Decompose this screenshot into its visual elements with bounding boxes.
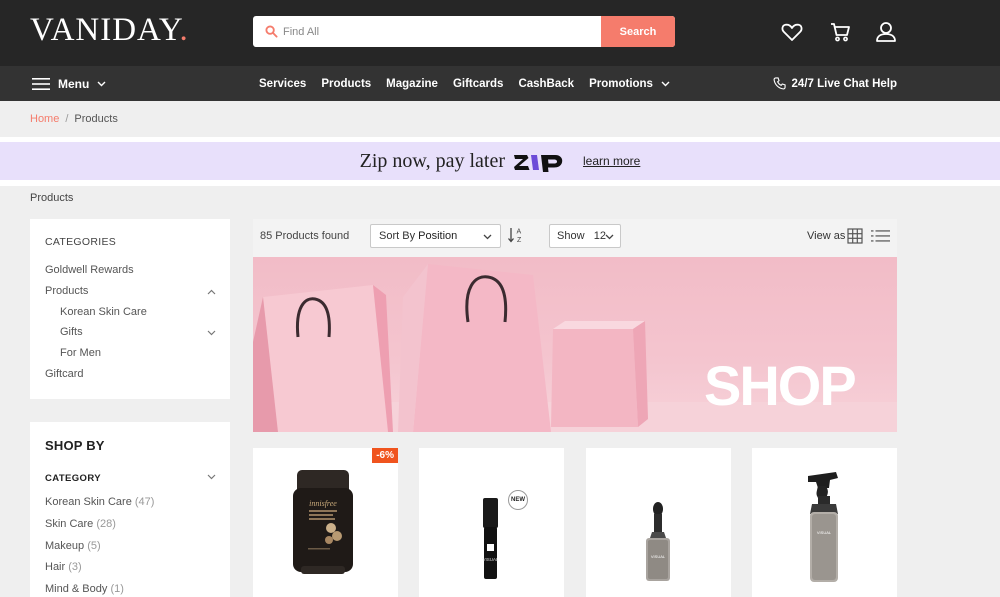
nav-link-products[interactable]: Products <box>321 78 371 90</box>
category-korean-skin-care[interactable]: Korean Skin Care <box>60 306 147 318</box>
nav-link-cashback[interactable]: CashBack <box>518 78 574 90</box>
live-chat-link[interactable]: 24/7 Live Chat Help <box>773 66 897 101</box>
user-icon[interactable] <box>874 20 898 44</box>
filter-option[interactable]: Korean Skin Care (47) <box>45 496 154 508</box>
nav-link-magazine[interactable]: Magazine <box>386 78 438 90</box>
product-brand-text: VISUAL <box>482 557 499 562</box>
sort-by-label: Sort By <box>379 230 416 242</box>
banner-shop-text: SHOP <box>704 354 857 417</box>
promotions-chevron-icon[interactable] <box>661 81 670 87</box>
zip-logo <box>513 155 563 172</box>
product-toolbar: 85 Products found Sort By Position A Z S… <box>253 219 897 257</box>
search-bar: Search <box>253 16 675 47</box>
shop-by-panel: SHOP BY CATEGORY Korean Skin Care (47) S… <box>30 422 230 597</box>
list-view-icon[interactable] <box>871 229 890 243</box>
nav-link-giftcards[interactable]: Giftcards <box>453 78 504 90</box>
breadcrumb-separator: / <box>65 113 69 125</box>
chevron-down-icon <box>605 234 614 240</box>
category-for-men[interactable]: For Men <box>60 347 101 359</box>
page-title: Products <box>30 192 74 204</box>
svg-text:A: A <box>517 229 522 236</box>
nav-link-promotions[interactable]: Promotions <box>589 78 653 90</box>
product-brand-text: VISUAL <box>817 530 832 535</box>
product-brand-text: innisfree <box>309 499 337 508</box>
product-image: VISUAL <box>808 472 838 582</box>
menu-button[interactable]: Menu <box>32 66 106 101</box>
phone-icon <box>773 77 786 90</box>
view-as-label: View as <box>807 230 846 242</box>
filter-option-count: (1) <box>110 583 124 595</box>
zip-promo-banner: Zip now, pay later learn more <box>0 137 1000 186</box>
main-nav: Menu Services Products Magazine Giftcard… <box>0 66 1000 101</box>
hamburger-icon <box>32 77 50 90</box>
product-brand-text: VISUAL <box>651 554 666 559</box>
categories-title: CATEGORIES <box>45 236 117 248</box>
product-image: VISUAL <box>482 498 499 579</box>
product-card[interactable]: VISUAL <box>752 448 897 597</box>
nav-links: Services Products Magazine Giftcards Cas… <box>259 66 670 101</box>
top-header: VANIDAY. Search <box>0 0 1000 66</box>
categories-panel: CATEGORIES Goldwell Rewards Products Kor… <box>30 219 230 399</box>
chevron-up-icon[interactable] <box>207 289 216 295</box>
shop-hero-banner: SHOP <box>253 257 897 432</box>
zip-learn-more-link[interactable]: learn more <box>583 154 640 168</box>
filter-option-label: Hair <box>45 561 66 573</box>
filter-option[interactable]: Mind & Body (1) <box>45 583 124 595</box>
chevron-down-icon <box>483 234 492 240</box>
category-giftcard[interactable]: Giftcard <box>45 368 84 380</box>
chevron-down-icon[interactable] <box>207 474 216 480</box>
product-card[interactable]: NEW VISUAL <box>419 448 564 597</box>
heart-icon[interactable] <box>780 20 804 44</box>
sort-direction-icon[interactable]: A Z <box>507 226 525 244</box>
breadcrumb-current: Products <box>74 113 118 125</box>
category-gifts[interactable]: Gifts <box>60 326 83 338</box>
zip-text: Zip now, pay later <box>359 149 505 172</box>
product-card[interactable]: VISUAL <box>586 448 731 597</box>
show-label: Show <box>557 230 585 242</box>
logo-dot: . <box>179 12 189 48</box>
products-found-count: 85 Products found <box>260 230 350 242</box>
search-icon <box>265 25 278 38</box>
filter-option[interactable]: Makeup (5) <box>45 540 101 552</box>
chevron-down-icon <box>97 81 106 86</box>
breadcrumb-home[interactable]: Home <box>30 113 59 125</box>
filter-option-count: (3) <box>68 561 82 573</box>
product-image: VISUAL <box>646 502 670 581</box>
sort-by-value: Position <box>418 230 458 242</box>
sort-by-select[interactable]: Sort By Position <box>370 224 501 248</box>
grid-view-icon[interactable] <box>847 228 863 244</box>
filter-option[interactable]: Skin Care (28) <box>45 518 116 530</box>
menu-label: Menu <box>58 76 90 91</box>
cart-icon[interactable] <box>828 20 852 44</box>
nav-link-services[interactable]: Services <box>259 78 306 90</box>
filter-option-count: (28) <box>96 518 116 530</box>
category-goldwell-rewards[interactable]: Goldwell Rewards <box>45 264 134 276</box>
chevron-down-icon[interactable] <box>207 330 216 336</box>
search-input[interactable] <box>283 16 601 47</box>
category-products[interactable]: Products <box>45 285 88 297</box>
svg-text:Z: Z <box>517 237 522 244</box>
vaniday-logo[interactable]: VANIDAY. <box>30 12 189 48</box>
shop-by-title: SHOP BY <box>45 438 105 453</box>
logo-text: VANIDAY <box>30 12 180 48</box>
breadcrumb: Home / Products <box>30 113 118 125</box>
filter-option-count: (5) <box>87 540 101 552</box>
show-per-page-select[interactable]: Show 12 <box>549 224 621 248</box>
live-chat-label: 24/7 Live Chat Help <box>791 77 897 90</box>
filter-option-label: Korean Skin Care <box>45 496 132 508</box>
filter-option-label: Mind & Body <box>45 583 108 595</box>
filter-category-heading[interactable]: CATEGORY <box>45 473 101 484</box>
filter-option-count: (47) <box>134 496 155 508</box>
filter-option-label: Makeup <box>45 540 85 552</box>
filter-option[interactable]: Hair (3) <box>45 561 82 573</box>
filter-option-label: Skin Care <box>45 518 94 530</box>
product-image: innisfree <box>293 470 353 574</box>
product-card[interactable]: -6% innisfree <box>253 448 398 597</box>
search-button[interactable]: Search <box>601 16 675 47</box>
